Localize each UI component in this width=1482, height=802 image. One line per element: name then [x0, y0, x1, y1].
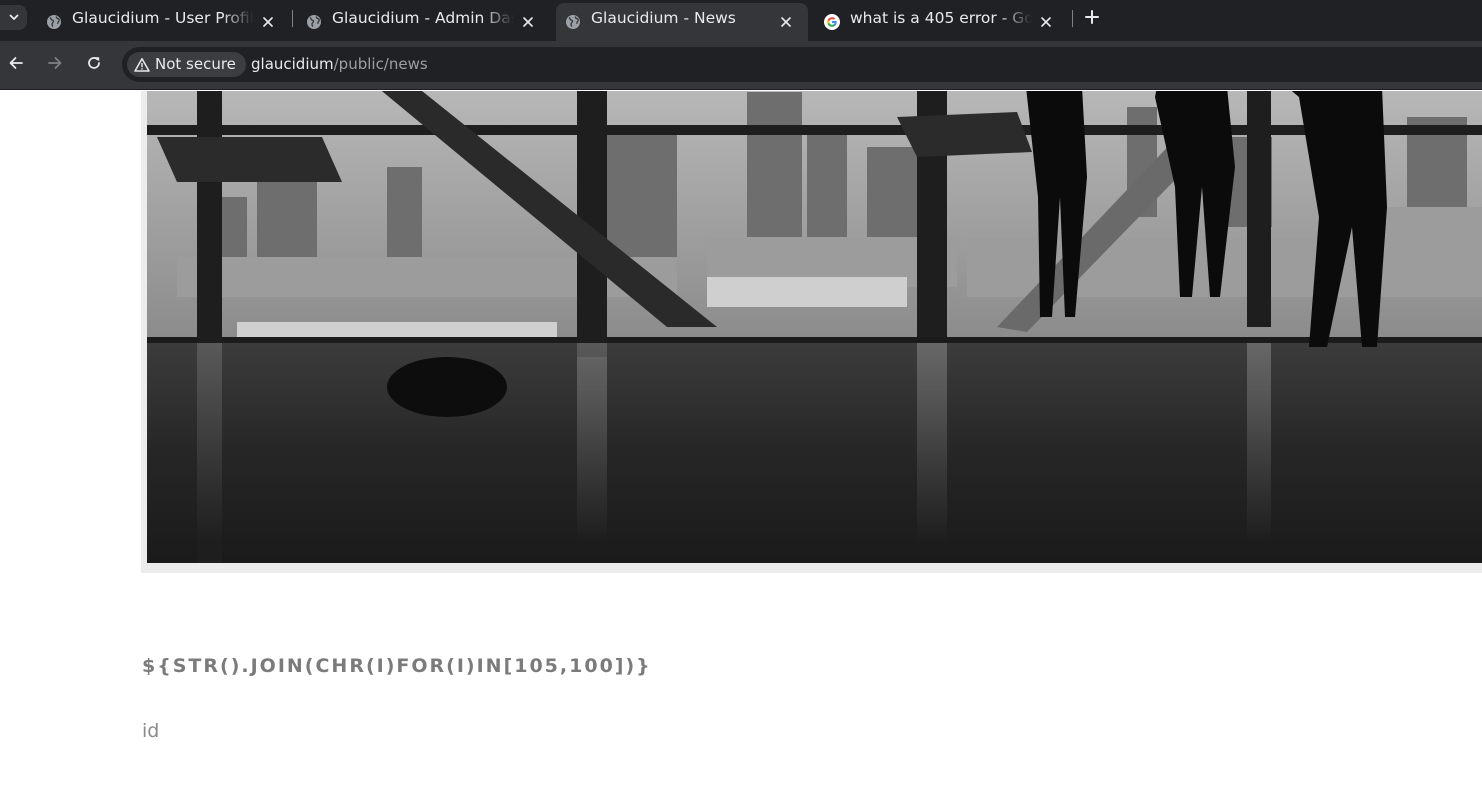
back-button[interactable] — [4, 53, 28, 77]
arrow-left-icon — [8, 55, 24, 75]
url-text[interactable]: glaucidium/public/news — [251, 55, 428, 73]
tab-title: Glaucidium - User Profile — [72, 9, 254, 27]
browser-tab-strip: Glaucidium - User Profile Glaucidium - A… — [0, 0, 1482, 41]
page-content: ${STR().JOIN(CHR(I)FOR(I)IN[105,100])} i… — [0, 91, 1482, 802]
address-bar[interactable]: Not secure glaucidium/public/news — [122, 47, 1482, 82]
warning-icon — [134, 56, 150, 72]
article-image — [147, 91, 1482, 563]
tab-search-button[interactable] — [0, 5, 27, 30]
reload-icon — [86, 55, 102, 75]
tab-admin-dashboard[interactable]: Glaucidium - Admin Dashboard — [288, 3, 550, 41]
close-icon[interactable] — [778, 14, 794, 30]
article-body: id — [142, 720, 160, 742]
tab-title: what is a 405 error - Google Search — [850, 9, 1032, 27]
tab-title: Glaucidium - News — [591, 9, 736, 27]
reload-button[interactable] — [82, 53, 106, 77]
plus-icon — [1085, 9, 1099, 28]
security-label: Not secure — [155, 55, 236, 73]
globe-icon — [46, 14, 62, 30]
tab-title: Glaucidium - Admin Dashboard — [332, 9, 514, 27]
close-icon[interactable] — [520, 14, 536, 30]
globe-icon — [306, 14, 322, 30]
url-path: /public/news — [333, 55, 428, 73]
tab-google-search[interactable]: what is a 405 error - Google Search — [806, 3, 1068, 41]
tab-user-profile[interactable]: Glaucidium - User Profile — [28, 3, 290, 41]
close-icon[interactable] — [1038, 14, 1054, 30]
globe-icon — [565, 14, 581, 30]
tab-news[interactable]: Glaucidium - News — [556, 3, 808, 41]
close-icon[interactable] — [260, 14, 276, 30]
new-tab-button[interactable] — [1080, 6, 1104, 30]
article-image-frame — [141, 91, 1482, 573]
tab-separator — [1072, 10, 1073, 27]
google-icon — [824, 14, 840, 30]
url-host: glaucidium — [251, 55, 334, 73]
forward-button[interactable] — [43, 53, 67, 77]
arrow-right-icon — [47, 55, 63, 75]
article-heading: ${STR().JOIN(CHR(I)FOR(I)IN[105,100])} — [142, 655, 652, 677]
chevron-down-icon — [8, 8, 20, 27]
security-chip[interactable]: Not secure — [127, 52, 246, 77]
browser-toolbar: Not secure glaucidium/public/news — [0, 41, 1482, 90]
